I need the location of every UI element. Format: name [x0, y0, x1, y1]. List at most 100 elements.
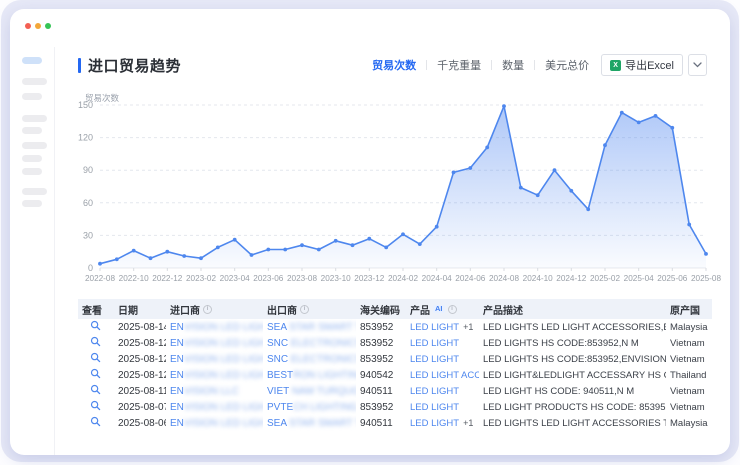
minimize-window-button[interactable]: [35, 23, 41, 29]
table-row: 2025-08-12ENVISION LED LIGHTING L...SNC …: [78, 351, 712, 367]
info-icon[interactable]: i: [203, 305, 212, 314]
cell-product[interactable]: LED LIGHT: [406, 383, 479, 399]
column-label: 日期: [118, 302, 138, 317]
cell-description: LED LIGHTS HS CODE:853952,N M: [479, 335, 666, 351]
product-link[interactable]: LED LIGHT: [410, 418, 459, 429]
maximize-window-button[interactable]: [45, 23, 51, 29]
svg-text:2023-02: 2023-02: [186, 274, 216, 283]
export-excel-button[interactable]: X 导出Excel: [601, 54, 683, 76]
product-link[interactable]: LED LIGHT: [410, 354, 459, 365]
exporter-prefix: SEA: [267, 322, 286, 333]
cell-hs-code: 853952: [356, 351, 406, 367]
cell-product[interactable]: LED LIGHT ACCESSORY: [406, 367, 479, 383]
column-label: 原产国: [670, 302, 700, 317]
cell-product[interactable]: LED LIGHT: [406, 335, 479, 351]
view-detail-button[interactable]: [90, 384, 101, 395]
view-detail-button[interactable]: [90, 352, 101, 363]
cell-exporter[interactable]: SEA STAR SMART TECH ...: [263, 415, 356, 431]
cell-view: [78, 335, 114, 351]
product-more-count: +1: [463, 418, 473, 428]
cell-importer[interactable]: ENVISION LED LIGHTING L...: [166, 351, 263, 367]
cell-date: 2025-08-07: [114, 399, 166, 415]
tab-quantity[interactable]: 数量: [502, 57, 524, 73]
trend-area-chart[interactable]: 03060901201502022-082022-102022-122023-0…: [55, 89, 730, 289]
svg-text:2024-04: 2024-04: [422, 274, 452, 283]
view-detail-button[interactable]: [90, 336, 101, 347]
svg-text:30: 30: [83, 230, 93, 240]
column-header-origin: 原产国: [666, 299, 712, 319]
info-icon[interactable]: i: [448, 305, 457, 314]
cell-hs-code: 940542: [356, 367, 406, 383]
cell-view: [78, 383, 114, 399]
sidebar-skeleton-bar: [22, 127, 42, 134]
chevron-down-icon: [693, 62, 702, 68]
tab-usd-total[interactable]: 美元总价: [545, 57, 589, 73]
importer-prefix: EN: [170, 418, 184, 429]
cell-importer[interactable]: ENVISION LLC: [166, 383, 263, 399]
cell-importer[interactable]: ENVISION LED LIGHTING L...: [166, 319, 263, 335]
exporter-redacted: STAR SMART TE: [286, 418, 356, 429]
cell-date: 2025-08-12: [114, 367, 166, 383]
svg-text:2023-04: 2023-04: [220, 274, 250, 283]
tab-kg-weight[interactable]: 千克重量: [437, 57, 481, 73]
table-row: 2025-08-12ENVISION LED LIGHTING L...BEST…: [78, 367, 712, 383]
close-window-button[interactable]: [25, 23, 31, 29]
cell-product[interactable]: LED LIGHT: [406, 351, 479, 367]
view-detail-button[interactable]: [90, 416, 101, 427]
tab-separator: [426, 60, 427, 70]
svg-text:2022-10: 2022-10: [119, 274, 149, 283]
browser-window: 进口贸易趋势 贸易次数千克重量数量美元总价 X 导出Excel 贸易次数 030…: [10, 9, 730, 455]
cell-exporter[interactable]: SNC ELECTRONICS VIET...: [263, 335, 356, 351]
cell-importer[interactable]: ENVISION LED LIGHTING L...: [166, 335, 263, 351]
cell-product[interactable]: LED LIGHT +1: [406, 415, 479, 431]
product-link[interactable]: LED LIGHT: [410, 322, 459, 333]
product-link[interactable]: LED LIGHT: [410, 338, 459, 349]
shipments-table: 查看日期进口商i出口商i海关编码产品AIi产品描述原产国 2025-08-14E…: [78, 299, 712, 431]
cell-description: LED LIGHT HS CODE: 940511,N M: [479, 383, 666, 399]
sidebar-skeleton-bar: [22, 93, 42, 100]
svg-text:2022-12: 2022-12: [152, 274, 182, 283]
cell-exporter[interactable]: PVTECH LIGHTING NEW VI...: [263, 399, 356, 415]
svg-text:60: 60: [83, 198, 93, 208]
table-row: 2025-08-07ENVISION LED LIGHTING L...PVTE…: [78, 399, 712, 415]
view-detail-button[interactable]: [90, 320, 101, 331]
view-detail-button[interactable]: [90, 368, 101, 379]
panel-header: 进口贸易趋势 贸易次数千克重量数量美元总价 X 导出Excel: [78, 52, 707, 78]
view-detail-button[interactable]: [90, 400, 101, 411]
cell-importer[interactable]: ENVISION LED LIGHTING L...: [166, 399, 263, 415]
svg-text:2025-06: 2025-06: [657, 274, 687, 283]
importer-redacted: VISION LED LIGHTI: [184, 338, 263, 349]
table-row: 2025-08-14ENVISION LED LIGHTING L...SEA …: [78, 319, 712, 335]
magnifier-icon: [90, 352, 101, 363]
product-link[interactable]: LED LIGHT: [410, 402, 459, 413]
product-link[interactable]: LED LIGHT: [410, 386, 459, 397]
cell-exporter[interactable]: SNC ELECTRONICS VIET...: [263, 351, 356, 367]
importer-redacted: VISION LLC: [184, 386, 239, 397]
cell-exporter[interactable]: SEA STAR SMART TECH ...: [263, 319, 356, 335]
product-link[interactable]: LED LIGHT ACCESSORY: [410, 370, 479, 381]
sidebar: [10, 47, 55, 455]
trend-chart[interactable]: 贸易次数 03060901201502022-082022-102022-122…: [55, 89, 730, 289]
cell-importer[interactable]: ENVISION LED LIGHTING L...: [166, 367, 263, 383]
window-controls: [25, 23, 51, 29]
cell-origin-country: Malaysia: [666, 415, 712, 431]
sidebar-item-active: [22, 57, 42, 64]
cell-exporter[interactable]: BESTRON LIGHTING THA...: [263, 367, 356, 383]
cell-product[interactable]: LED LIGHT+1: [406, 319, 479, 335]
importer-prefix: EN: [170, 386, 184, 397]
svg-text:150: 150: [78, 100, 93, 110]
svg-text:2023-10: 2023-10: [321, 274, 351, 283]
export-dropdown-button[interactable]: [688, 54, 707, 76]
svg-text:2024-12: 2024-12: [556, 274, 586, 283]
cell-importer[interactable]: ENVISION LED LIGHTING L...: [166, 415, 263, 431]
cell-product[interactable]: LED LIGHT: [406, 399, 479, 415]
tab-separator: [491, 60, 492, 70]
tab-separator: [534, 60, 535, 70]
ai-badge: AI: [433, 305, 445, 314]
tab-trade-count[interactable]: 贸易次数: [372, 57, 416, 73]
cell-exporter[interactable]: VIET NAM TURQUOISE: [263, 383, 356, 399]
info-icon[interactable]: i: [300, 305, 309, 314]
svg-text:90: 90: [83, 165, 93, 175]
sidebar-skeleton-bar: [22, 78, 47, 85]
svg-text:2025-04: 2025-04: [624, 274, 654, 283]
